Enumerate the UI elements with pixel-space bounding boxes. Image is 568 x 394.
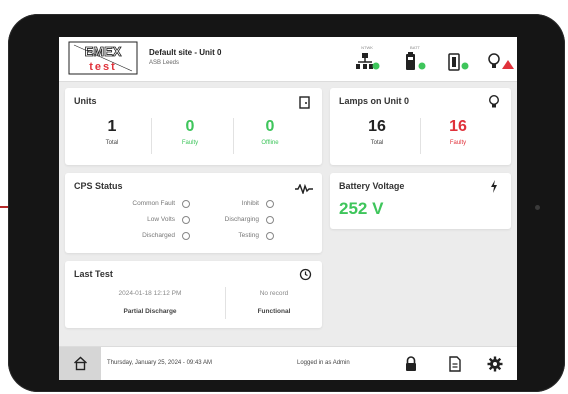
- settings-icon[interactable]: [487, 356, 503, 372]
- cps-common-fault-label: Common Fault: [132, 200, 175, 207]
- footer-logged-in: Logged in as Admin: [297, 360, 350, 366]
- home-button[interactable]: [59, 347, 101, 380]
- app-footer: Thursday, January 25, 2024 - 09:43 AM Lo…: [59, 346, 517, 380]
- battery-voltage-value: 252 V: [339, 199, 384, 218]
- units-offline-label: Offline: [261, 140, 279, 146]
- units-total-label: Total: [105, 140, 119, 146]
- divider: [233, 118, 234, 154]
- site-location: ASB Leeds: [149, 60, 180, 66]
- cps-discharged-label: Discharged: [142, 232, 175, 239]
- units-faulty-label: Faulty: [181, 140, 199, 146]
- last-test-title: Last Test: [74, 269, 113, 279]
- last-test-partial-type: Partial Discharge: [123, 308, 177, 315]
- lamps-total-label: Total: [370, 140, 384, 146]
- last-test-partial-date: 2024-01-18 12:12 PM: [118, 290, 182, 297]
- cps-testing-label: Testing: [238, 232, 259, 239]
- lamps-total-value: 16: [368, 118, 386, 135]
- cps-status-card[interactable]: CPS Status Common Fault Inhibit Low Volt…: [65, 173, 322, 253]
- camera-dot: [535, 205, 540, 210]
- divider: [225, 287, 226, 319]
- units-offline-value: 0: [265, 118, 275, 135]
- lamps-faulty-label: Faulty: [449, 140, 467, 146]
- footer-datetime: Thursday, January 25, 2024 - 09:43 AM: [107, 360, 212, 366]
- waveform-icon: [295, 181, 313, 199]
- door-icon: [299, 96, 310, 114]
- battery-title: Battery Voltage: [339, 181, 405, 191]
- cps-testing-indicator: [266, 232, 274, 240]
- svg-text:EMEX: EMEX: [85, 44, 122, 59]
- site-name: Default site - Unit 0: [149, 48, 222, 57]
- charger-icon[interactable]: [447, 45, 475, 75]
- last-test-card[interactable]: Last Test 2024-01-18 12:12 PM Partial Di…: [65, 261, 322, 328]
- history-icon: [299, 268, 312, 286]
- lamps-title: Lamps on Unit 0: [339, 96, 410, 106]
- units-card[interactable]: Units 1 Total 0 Faulty 0 Offline: [65, 88, 322, 165]
- cps-inhibit-indicator: [266, 200, 274, 208]
- battery-voltage-card[interactable]: Battery Voltage 252 V: [330, 173, 511, 229]
- report-icon[interactable]: [447, 356, 463, 372]
- emex-logo: EMEX test: [68, 41, 138, 75]
- lamps-total-stat: 16 Total: [347, 118, 407, 146]
- last-test-functional-type: Functional: [257, 308, 291, 315]
- svg-text:test: test: [89, 61, 117, 73]
- lamps-card[interactable]: Lamps on Unit 0 16 Total 16 Faulty: [330, 88, 511, 165]
- home-icon: [74, 356, 87, 371]
- units-offline-stat: 0 Offline: [240, 118, 300, 146]
- cps-title: CPS Status: [74, 181, 123, 191]
- app-screen: EMEX test Default site - Unit 0 ASB Leed…: [59, 37, 517, 380]
- lock-icon[interactable]: [403, 356, 419, 372]
- units-title: Units: [74, 96, 97, 106]
- units-faulty-stat: 0 Faulty: [160, 118, 220, 146]
- cps-discharging-label: Discharging: [224, 216, 259, 223]
- cps-discharging-indicator: [266, 216, 274, 224]
- network-icon[interactable]: NTWK: [356, 45, 384, 75]
- lamps-faulty-stat: 16 Faulty: [428, 118, 488, 146]
- bulb-icon: [488, 94, 500, 114]
- app-header: EMEX test Default site - Unit 0 ASB Leed…: [59, 37, 517, 82]
- battery-status-icon[interactable]: BATT: [404, 45, 432, 75]
- cps-low-volts-label: Low Volts: [147, 216, 175, 223]
- bolt-icon: [490, 180, 498, 198]
- lamp-alert-icon[interactable]: [487, 45, 515, 75]
- cps-inhibit-label: Inhibit: [241, 200, 259, 207]
- divider: [420, 118, 421, 154]
- units-faulty-value: 0: [185, 118, 195, 135]
- divider: [151, 118, 152, 154]
- units-total-value: 1: [107, 118, 117, 135]
- units-total-stat: 1 Total: [82, 118, 142, 146]
- lamps-faulty-value: 16: [449, 118, 467, 135]
- last-test-functional-date: No record: [259, 290, 289, 297]
